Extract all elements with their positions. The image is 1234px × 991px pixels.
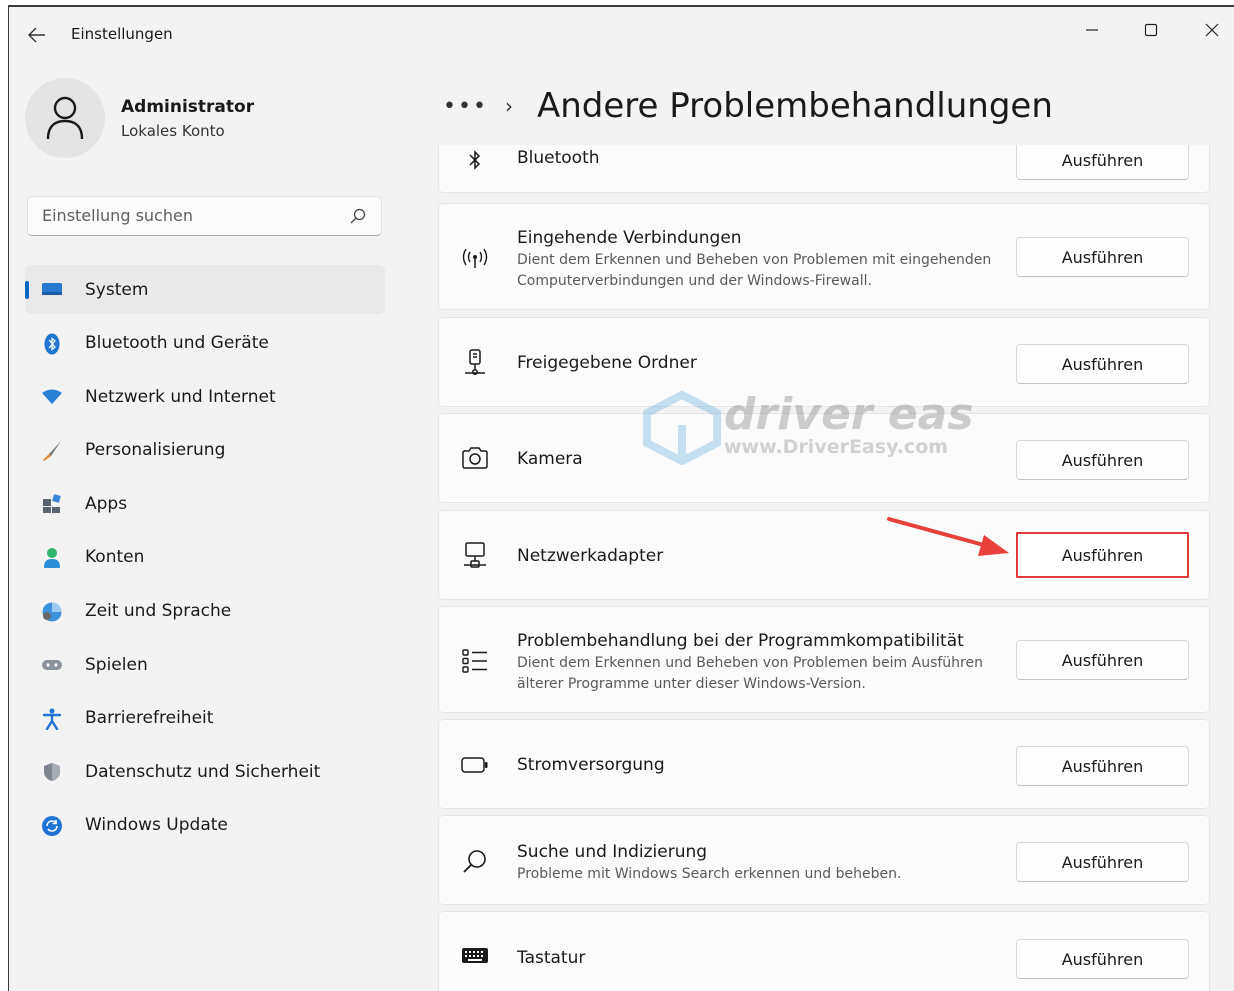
sidebar-item-label: Apps — [85, 493, 128, 514]
back-button[interactable] — [25, 23, 49, 47]
time-language-icon — [41, 601, 63, 623]
apps-icon — [41, 493, 63, 515]
sidebar-item-accessibility[interactable]: Barrierefreiheit — [25, 694, 385, 743]
troubleshooter-list[interactable]: Bluetooth Ausführen Eingehende Verbindun… — [438, 145, 1212, 991]
troubleshooter-title: Tastatur — [517, 948, 586, 968]
sidebar-item-privacy[interactable]: Datenschutz und Sicherheit — [25, 747, 385, 796]
troubleshooter-title: Stromversorgung — [517, 755, 665, 775]
breadcrumb: ••• › Andere Problembehandlungen — [443, 81, 1053, 131]
user-icon — [46, 96, 84, 140]
antenna-icon — [461, 244, 489, 272]
sidebar-item-label: Windows Update — [85, 815, 228, 836]
sidebar-item-bluetooth[interactable]: Bluetooth und Geräte — [25, 319, 385, 368]
search-icon — [350, 208, 366, 224]
keyboard-icon — [461, 942, 489, 970]
run-shared-folders-button[interactable]: Ausführen — [1016, 344, 1189, 384]
network-adapter-icon — [461, 541, 489, 569]
sidebar-item-apps[interactable]: Apps — [25, 479, 385, 528]
bluetooth-icon — [461, 146, 489, 174]
settings-search[interactable] — [27, 196, 382, 236]
accessibility-icon — [41, 708, 63, 730]
brush-icon — [41, 440, 63, 462]
sidebar-item-label: Spielen — [85, 654, 148, 675]
chevron-right-icon: › — [505, 94, 513, 118]
run-network-adapter-button[interactable]: Ausführen — [1016, 532, 1189, 578]
close-button[interactable] — [1185, 13, 1234, 47]
sidebar-item-label: Konten — [85, 547, 145, 568]
settings-window: Einstellungen Administrator Lokales Kont… — [8, 5, 1234, 991]
sidebar-item-windows-update[interactable]: Windows Update — [25, 801, 385, 850]
troubleshooter-program-compatibility: Problembehandlung bei der Programmkompat… — [438, 606, 1210, 713]
troubleshooter-camera: Kamera Ausführen — [438, 413, 1210, 503]
run-incoming-connections-button[interactable]: Ausführen — [1016, 237, 1189, 277]
back-arrow-icon — [28, 27, 45, 43]
accounts-icon — [41, 547, 63, 569]
page-title: Andere Problembehandlungen — [537, 86, 1053, 126]
sidebar-item-label: Barrierefreiheit — [85, 708, 214, 729]
app-title: Einstellungen — [71, 25, 173, 43]
troubleshooter-incoming-connections: Eingehende Verbindungen Dient dem Erkenn… — [438, 203, 1210, 310]
troubleshooter-description: Dient dem Erkennen und Beheben von Probl… — [517, 252, 992, 289]
troubleshooter-title: Bluetooth — [517, 148, 600, 168]
title-bar: Einstellungen — [9, 7, 1234, 63]
sidebar-item-system[interactable]: System — [25, 265, 385, 314]
troubleshooter-title: Kamera — [517, 449, 583, 469]
troubleshooter-title: Freigegebene Ordner — [517, 353, 697, 373]
wifi-icon — [41, 386, 63, 408]
maximize-button[interactable] — [1124, 13, 1178, 47]
sidebar-item-label: System — [85, 279, 149, 300]
sidebar-item-label: Zeit und Sprache — [85, 601, 232, 622]
update-icon — [41, 815, 63, 837]
run-camera-button[interactable]: Ausführen — [1016, 440, 1189, 480]
sidebar-item-network[interactable]: Netzwerk und Internet — [25, 372, 385, 421]
sidebar-item-label: Bluetooth und Geräte — [85, 333, 269, 354]
minimize-icon — [1086, 29, 1098, 31]
run-search-indexing-button[interactable]: Ausführen — [1016, 842, 1189, 882]
minimize-button[interactable] — [1065, 13, 1119, 47]
troubleshooter-title: Suche und Indizierung — [517, 842, 708, 862]
profile-name: Administrator — [121, 97, 255, 117]
sidebar-item-personalization[interactable]: Personalisierung — [25, 426, 385, 475]
sidebar-item-accounts[interactable]: Konten — [25, 533, 385, 582]
run-power-button[interactable]: Ausführen — [1016, 746, 1189, 786]
sidebar-item-time-language[interactable]: Zeit und Sprache — [25, 587, 385, 636]
camera-icon — [461, 444, 489, 472]
shield-icon — [41, 761, 63, 783]
troubleshooter-title: Problembehandlung bei der Programmkompat… — [517, 631, 964, 651]
troubleshooter-keyboard: Tastatur Ausführen — [438, 911, 1210, 991]
troubleshooter-bluetooth: Bluetooth Ausführen — [438, 145, 1210, 193]
close-icon — [1205, 23, 1219, 37]
sidebar-nav: System Bluetooth und Geräte Netzwerk und… — [25, 265, 385, 855]
maximize-icon — [1144, 23, 1158, 37]
breadcrumb-overflow-button[interactable]: ••• — [443, 94, 486, 119]
bluetooth-icon — [41, 333, 63, 355]
list-icon — [461, 647, 489, 675]
run-bluetooth-button[interactable]: Ausführen — [1016, 145, 1189, 180]
search-input[interactable] — [40, 205, 334, 226]
troubleshooter-title: Eingehende Verbindungen — [517, 228, 742, 248]
sidebar-item-label: Netzwerk und Internet — [85, 386, 276, 407]
profile-account-type: Lokales Konto — [121, 122, 225, 140]
troubleshooter-description: Probleme mit Windows Search erkennen und… — [517, 866, 902, 882]
avatar[interactable] — [25, 78, 105, 158]
sidebar-item-label: Personalisierung — [85, 440, 226, 461]
troubleshooter-title: Netzwerkadapter — [517, 546, 664, 566]
run-program-compatibility-button[interactable]: Ausführen — [1016, 640, 1189, 680]
annotation-arrow-icon — [887, 517, 1009, 556]
troubleshooter-search-indexing: Suche und Indizierung Probleme mit Windo… — [438, 815, 1210, 905]
troubleshooter-shared-folders: Freigegebene Ordner Ausführen — [438, 317, 1210, 407]
sidebar-item-gaming[interactable]: Spielen — [25, 640, 385, 689]
shared-folder-icon — [461, 348, 489, 376]
run-keyboard-button[interactable]: Ausführen — [1016, 939, 1189, 979]
troubleshooter-network-adapter: Netzwerkadapter Ausführen — [438, 510, 1210, 600]
selection-indicator — [25, 281, 29, 299]
system-icon — [41, 279, 63, 301]
battery-icon — [461, 751, 489, 779]
troubleshooter-power: Stromversorgung Ausführen — [438, 719, 1210, 809]
gamepad-icon — [41, 654, 63, 676]
search-icon — [461, 847, 489, 875]
troubleshooter-description: Dient dem Erkennen und Beheben von Probl… — [517, 655, 983, 692]
sidebar-item-label: Datenschutz und Sicherheit — [85, 761, 321, 782]
